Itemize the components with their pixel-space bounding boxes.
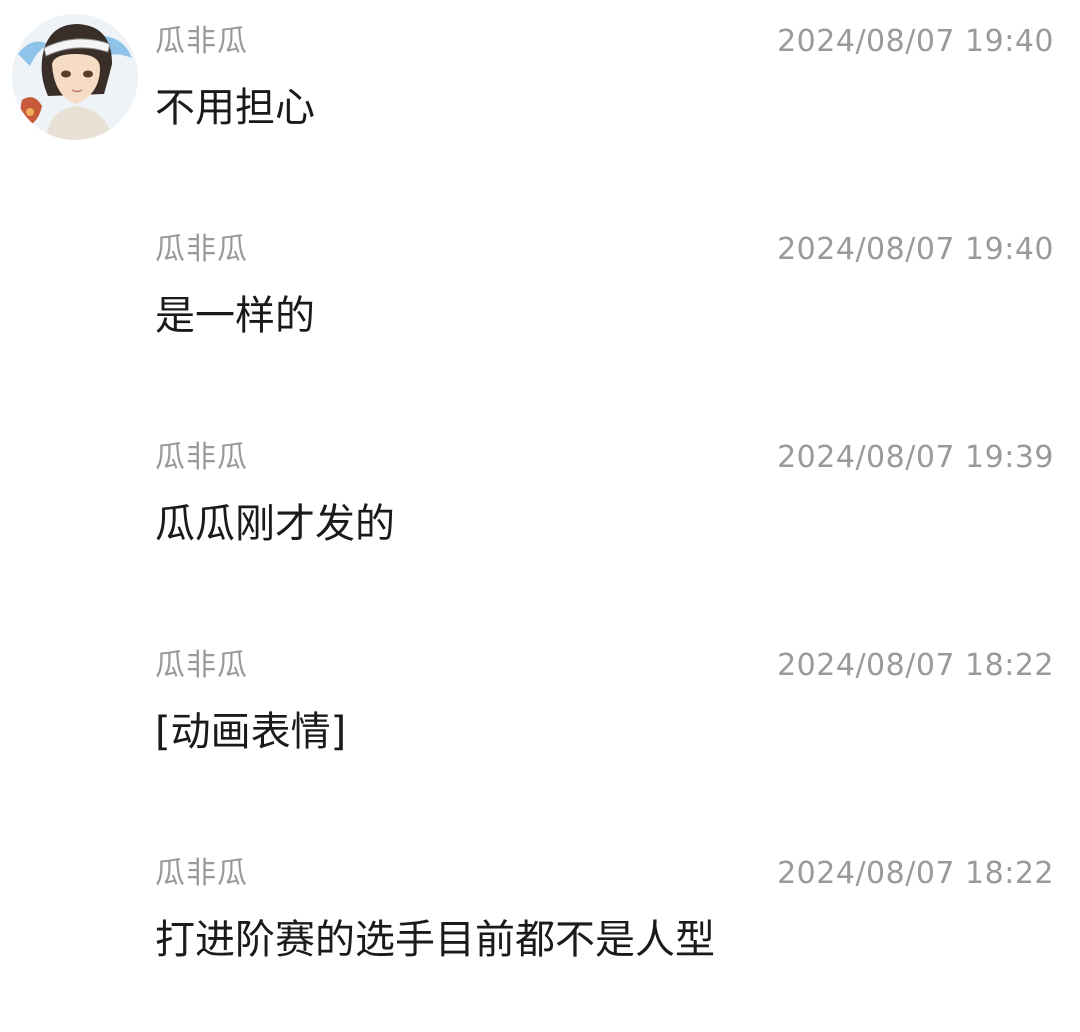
message-text: 瓜瓜刚才发的 [155, 501, 395, 547]
message-item[interactable]: 瓜非瓜 2024/08/07 19:40 是一样的 [0, 208, 1080, 408]
sender-name: 瓜非瓜 [155, 440, 248, 475]
message-item[interactable]: 瓜非瓜 2024/08/07 18:22 [动画表情] [0, 624, 1080, 824]
message-time: 2024/08/07 18:22 [777, 648, 1054, 683]
sender-name: 瓜非瓜 [155, 232, 248, 267]
message-item[interactable]: 瓜非瓜 2024/08/07 19:39 瓜瓜刚才发的 [0, 416, 1080, 616]
message-time: 2024/08/07 19:40 [777, 232, 1054, 267]
avatar[interactable] [12, 14, 138, 140]
sender-name: 瓜非瓜 [155, 856, 248, 891]
sender-name: 瓜非瓜 [155, 24, 248, 59]
message-text: 打进阶赛的选手目前都不是人型 [155, 917, 715, 963]
sender-name: 瓜非瓜 [155, 648, 248, 683]
message-text: 不用担心 [155, 85, 315, 131]
message-time: 2024/08/07 18:22 [777, 856, 1054, 891]
message-item[interactable]: 瓜非瓜 2024/08/07 19:40 不用担心 [0, 0, 1080, 200]
message-time: 2024/08/07 19:39 [777, 440, 1054, 475]
avatar-illustration [12, 14, 138, 140]
message-text: 是一样的 [155, 293, 315, 339]
message-time: 2024/08/07 19:40 [777, 24, 1054, 59]
message-item[interactable]: 瓜非瓜 2024/08/07 18:22 打进阶赛的选手目前都不是人型 [0, 832, 1080, 1032]
message-text: [动画表情] [155, 709, 347, 755]
